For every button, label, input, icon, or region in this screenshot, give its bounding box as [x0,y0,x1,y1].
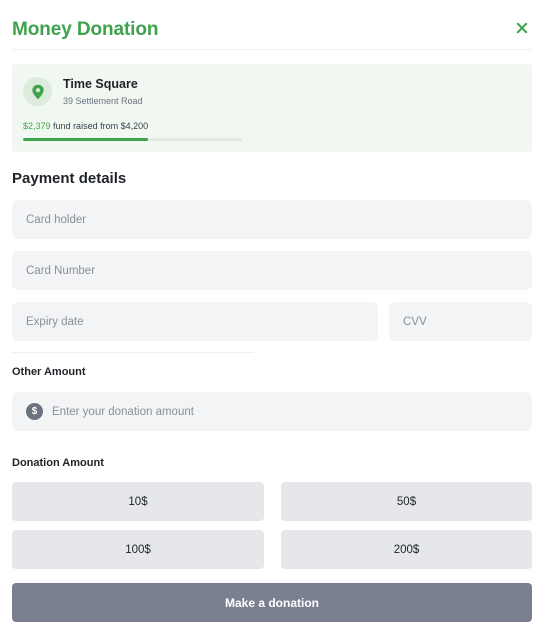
campaign-card: Time Square 39 Settlement Road $2,379 fu… [12,64,532,152]
other-amount-field[interactable]: $ [12,392,532,431]
amount-option-10[interactable]: 10$ [12,482,264,521]
dialog-header: Money Donation [12,0,532,50]
funding-progress-fill [23,138,148,141]
card-holder-field[interactable] [12,200,532,239]
card-number-field[interactable] [12,251,532,290]
amount-option-200[interactable]: 200$ [281,530,532,569]
funding-progress-bar [23,138,243,141]
dialog-title: Money Donation [12,19,159,40]
expiry-date-field[interactable] [12,302,378,341]
other-amount-label: Other Amount [12,366,86,378]
dollar-icon: $ [26,403,43,420]
other-amount-input[interactable] [44,392,514,431]
amount-option-50[interactable]: 50$ [281,482,532,521]
funds-raised-text: $2,379 fund raised from $4,200 [23,121,148,131]
section-divider [12,352,254,353]
close-icon[interactable] [514,20,530,36]
cvv-field[interactable] [389,302,532,341]
funds-raised-amount: $2,379 [23,121,51,131]
campaign-name: Time Square [63,77,138,91]
donation-amount-label: Donation Amount [12,457,104,469]
make-donation-button[interactable]: Make a donation [12,583,532,622]
payment-details-heading: Payment details [12,170,127,187]
location-pin-icon [23,77,52,106]
funds-raised-label: fund raised from $4,200 [53,121,149,131]
campaign-address: 39 Settlement Road [63,96,143,106]
amount-option-100[interactable]: 100$ [12,530,264,569]
